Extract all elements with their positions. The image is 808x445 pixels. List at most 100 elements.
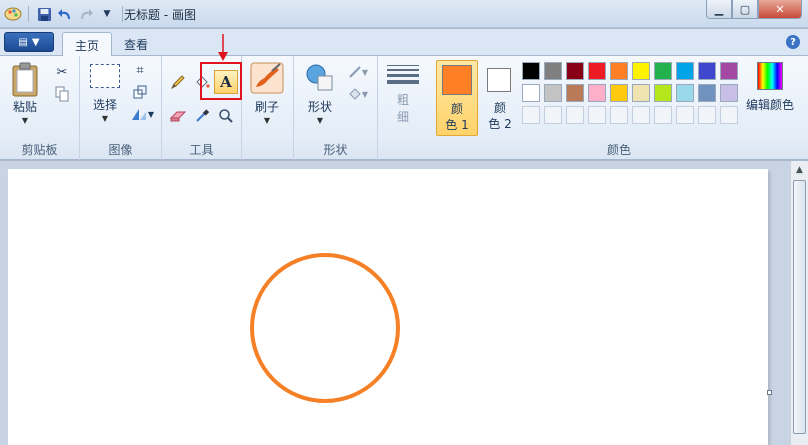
red-highlight-box <box>200 62 242 100</box>
group-brushes: 刷子 ▼ <box>242 56 294 160</box>
save-icon[interactable] <box>35 5 53 23</box>
line-width-icon <box>387 62 419 87</box>
custom-color-slot[interactable] <box>676 106 694 124</box>
vertical-scrollbar[interactable]: ▲ <box>790 161 808 445</box>
canvas-workspace <box>0 161 790 445</box>
pencil-icon[interactable] <box>168 72 188 92</box>
palette-swatch[interactable] <box>588 62 606 80</box>
tab-home[interactable]: 主页 <box>62 32 113 57</box>
eraser-icon[interactable] <box>168 106 188 126</box>
color2-label-line2: 色 2 <box>488 117 512 131</box>
group-label-tools: 工具 <box>189 143 214 157</box>
size-button[interactable]: 粗 细 <box>387 62 419 125</box>
size-label-line1: 粗 <box>396 93 409 107</box>
window-title: 无标题 - 画图 <box>124 8 196 22</box>
color1-button[interactable]: 颜 色 1 <box>436 60 478 136</box>
color1-label-line2: 色 1 <box>445 118 469 132</box>
drawing-canvas[interactable] <box>8 169 768 445</box>
custom-color-slot[interactable] <box>632 106 650 124</box>
color-spectrum-icon <box>757 62 783 90</box>
palette-swatch[interactable] <box>610 62 628 80</box>
color2-label-line1: 颜 <box>493 101 506 115</box>
palette-swatch[interactable] <box>544 84 562 102</box>
palette-swatch[interactable] <box>654 62 672 80</box>
palette-swatch[interactable] <box>588 84 606 102</box>
palette-swatch[interactable] <box>698 84 716 102</box>
edit-colors-button[interactable]: 编辑颜色 <box>740 62 800 113</box>
separator <box>122 6 123 22</box>
custom-color-slot[interactable] <box>566 106 584 124</box>
tab-view[interactable]: 查看 <box>112 32 160 57</box>
paste-label: 粘贴 <box>12 100 37 114</box>
palette-swatch[interactable] <box>654 84 672 102</box>
custom-color-slot[interactable] <box>654 106 672 124</box>
group-image: 选择 ▼ ⌗ ▼ 图像 <box>80 56 162 160</box>
copy-icon[interactable] <box>52 84 72 104</box>
paint-app-icon[interactable] <box>4 5 22 23</box>
palette-swatch[interactable] <box>566 62 584 80</box>
custom-color-slot[interactable] <box>522 106 540 124</box>
chevron-down-icon: ▼ <box>31 36 40 48</box>
scrollbar-thumb[interactable] <box>793 180 806 434</box>
custom-color-slot[interactable] <box>544 106 562 124</box>
color-picker-icon[interactable] <box>192 106 212 126</box>
chevron-down-icon: ▼ <box>316 116 324 125</box>
outline-icon[interactable]: ▼ <box>344 62 372 82</box>
custom-color-slot[interactable] <box>698 106 716 124</box>
chevron-down-icon: ▼ <box>101 114 109 123</box>
fill-icon[interactable]: ▼ <box>344 84 372 104</box>
color2-button[interactable]: 颜 色 2 <box>482 60 522 136</box>
palette-swatch[interactable] <box>522 84 540 102</box>
custom-color-slot[interactable] <box>610 106 628 124</box>
group-size: 粗 细 <box>378 56 430 160</box>
crop-icon[interactable]: ⌗ <box>130 60 150 80</box>
cut-icon[interactable]: ✂ <box>52 62 72 82</box>
shapes-icon <box>306 64 333 91</box>
size-label-line2: 细 <box>396 110 409 124</box>
group-label-shapes: 形状 <box>323 143 348 157</box>
magnifier-icon[interactable] <box>216 106 236 126</box>
palette-swatch[interactable] <box>720 84 738 102</box>
canvas-resize-handle[interactable] <box>767 390 772 395</box>
undo-icon[interactable] <box>56 5 74 23</box>
select-rectangle-icon <box>90 64 120 88</box>
group-label-colors: 颜色 <box>606 143 631 157</box>
palette-swatch[interactable] <box>676 84 694 102</box>
resize-icon[interactable] <box>130 82 150 102</box>
scroll-up-arrow-icon[interactable]: ▲ <box>791 161 808 178</box>
palette-swatch[interactable] <box>632 84 650 102</box>
redo-icon[interactable] <box>77 5 95 23</box>
close-button[interactable]: ✕ <box>758 0 802 19</box>
customize-qat-icon[interactable]: ▼ <box>98 5 116 23</box>
palette-swatch[interactable] <box>632 62 650 80</box>
shapes-button[interactable]: 形状 ▼ <box>304 62 336 125</box>
canvas-drawing <box>250 253 400 403</box>
paste-button[interactable]: 粘贴 ▼ <box>10 62 40 125</box>
palette-swatch[interactable] <box>566 84 584 102</box>
orange-circle-shape <box>250 253 400 403</box>
edit-colors-label: 编辑颜色 <box>745 98 794 112</box>
window-controls: ▁ ▢ ✕ <box>706 0 802 19</box>
custom-color-slot[interactable] <box>720 106 738 124</box>
application-menu-button[interactable]: ▤ ▼ <box>4 32 54 52</box>
custom-color-slot[interactable] <box>588 106 606 124</box>
brushes-button[interactable]: 刷子 ▼ <box>250 62 284 125</box>
chevron-down-icon: ▼ <box>263 116 271 125</box>
maximize-button[interactable]: ▢ <box>732 0 758 19</box>
palette-swatch[interactable] <box>610 84 628 102</box>
ribbon: 粘贴 ▼ ✂ 剪贴板 选择 ▼ ⌗ ▼ 图像 A 工具 刷子 ▼ 形状 ▼ ▼ … <box>0 34 808 160</box>
palette-swatch[interactable] <box>522 62 540 80</box>
help-icon[interactable]: ? <box>786 35 800 49</box>
color1-swatch <box>442 65 472 95</box>
rotate-icon[interactable]: ▼ <box>128 104 156 124</box>
palette-swatch[interactable] <box>676 62 694 80</box>
quick-access-toolbar: ▼ <box>4 4 126 24</box>
minimize-button[interactable]: ▁ <box>706 0 732 19</box>
color1-label-line1: 颜 <box>450 102 463 116</box>
palette-swatch[interactable] <box>544 62 562 80</box>
select-button[interactable]: 选择 ▼ <box>90 64 120 123</box>
shapes-label: 形状 <box>307 100 332 114</box>
red-arrow-annotation <box>218 34 228 61</box>
palette-swatch[interactable] <box>720 62 738 80</box>
palette-swatch[interactable] <box>698 62 716 80</box>
